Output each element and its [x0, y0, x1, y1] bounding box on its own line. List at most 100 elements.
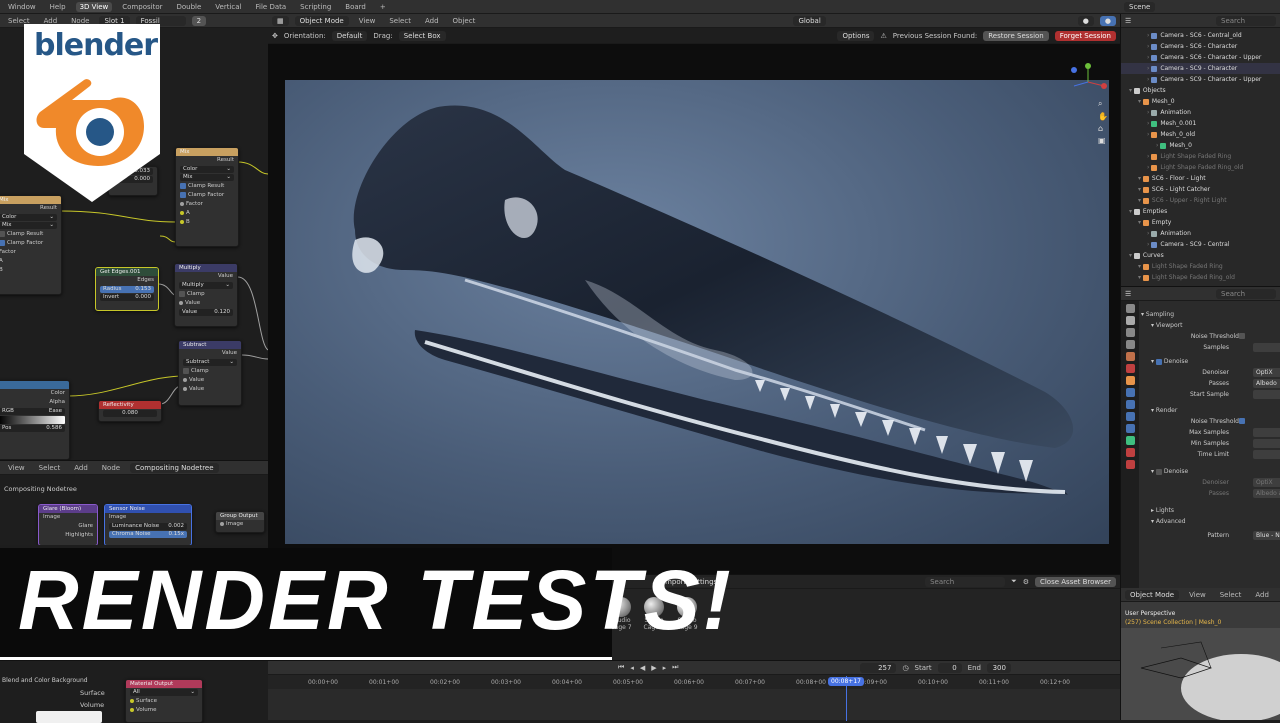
time-limit-row[interactable]: Time Limit	[1141, 449, 1280, 460]
workspace-compositor[interactable]: Compositor	[118, 2, 166, 12]
vp-menu-select[interactable]: Select	[385, 16, 415, 26]
ramp-pos-field[interactable]: Pos 0.586	[0, 425, 65, 432]
view-layer-tab-icon[interactable]	[1125, 340, 1135, 349]
settings-gear-icon[interactable]: ⚙	[1023, 578, 1029, 586]
outliner-item[interactable]: › Camera - SC6 - Character	[1121, 41, 1280, 52]
node-get-edges[interactable]: Get Edges.001 Edges Radius 0.153 Invert 0.…	[95, 267, 159, 311]
shading-rendered-button[interactable]: ●	[1099, 15, 1116, 26]
render-noise-threshold-row[interactable]: Noise Threshold	[1141, 416, 1280, 427]
outliner-item[interactable]: ▾ SC6 - Upper - Right Light	[1121, 195, 1280, 206]
subsection-viewport[interactable]: ▾ Viewport	[1141, 320, 1280, 331]
mini-mode-dropdown[interactable]: Object Mode	[1125, 589, 1180, 600]
jump-start-icon[interactable]: ⏮	[618, 663, 624, 672]
vp-menu-view[interactable]: View	[355, 16, 380, 26]
node-material-output[interactable]: Material Output All ⌄ Surface Volume	[125, 679, 203, 723]
reflectivity-value[interactable]: 0.080	[103, 410, 157, 417]
node-mix-top[interactable]: Mix Result Color ⌄ Mix ⌄ Clamp Result Clam…	[175, 147, 239, 247]
mini-menu-add[interactable]: Add	[1251, 590, 1273, 600]
comp-menu-node[interactable]: Node	[98, 463, 124, 473]
drag-dropdown[interactable]: Select Box	[398, 30, 446, 41]
end-frame-field[interactable]: 300	[986, 662, 1011, 673]
prev-keyframe-icon[interactable]: ◂	[630, 664, 634, 672]
menu-window[interactable]: Window	[4, 2, 40, 12]
workspace-double[interactable]: Double	[172, 2, 205, 12]
workspace-3d-view[interactable]: 3D View	[75, 1, 113, 12]
outliner-item[interactable]: ▾ Empties	[1121, 206, 1280, 217]
current-frame-field[interactable]: 257	[860, 662, 897, 673]
outliner-item[interactable]: ▾ SC6 - Floor - Light	[1121, 173, 1280, 184]
mini-menu-view[interactable]: View	[1185, 590, 1210, 600]
outliner-item[interactable]: › Light Shape Faded Ring_old	[1121, 162, 1280, 173]
outliner-item[interactable]: › Light Shape Faded Ring	[1121, 151, 1280, 162]
outliner-item[interactable]: ▾ Empty	[1121, 217, 1280, 228]
value-field[interactable]: Value 0.120	[179, 309, 233, 316]
operation-dropdown[interactable]: Subtract ⌄	[183, 359, 237, 366]
outliner-type-icon[interactable]: ☰	[1125, 17, 1131, 25]
radius-field[interactable]: Radius 0.153	[100, 286, 154, 293]
menu-help[interactable]: Help	[46, 2, 70, 12]
node-blend-dropdown[interactable]: Mix ⌄	[180, 174, 234, 181]
outliner-item[interactable]: › Camera - SC9 - Character - Upper	[1121, 74, 1280, 85]
options-dropdown[interactable]: Options	[837, 30, 875, 41]
restore-session-button[interactable]: Restore Session	[983, 30, 1049, 41]
viewport-area[interactable]: ▦ Object Mode View Select Add Object Glo…	[268, 14, 1120, 574]
outliner-item[interactable]: ▾ Light Shape Faded Ring_old	[1121, 272, 1280, 283]
section-advanced[interactable]: ▾ Advanced	[1141, 516, 1280, 527]
asset-search[interactable]: Search	[925, 576, 1006, 587]
denoise-row[interactable]: ▾ Denoise	[1141, 356, 1280, 367]
constraints-tab-icon[interactable]	[1125, 424, 1135, 433]
outliner-item[interactable]: ▾ Objects	[1121, 85, 1280, 96]
pattern-row[interactable]: PatternBlue - Noise	[1141, 530, 1280, 541]
physics-tab-icon[interactable]	[1125, 412, 1135, 421]
forget-session-button[interactable]: Forget Session	[1054, 30, 1116, 41]
outliner-item[interactable]: › Camera - SC9 - Character	[1121, 63, 1280, 74]
subsection-render[interactable]: ▾ Render	[1141, 405, 1280, 416]
luminance-noise-field[interactable]: Luminance Noise 0.002	[109, 523, 187, 530]
comp-menu-select[interactable]: Select	[35, 463, 65, 473]
samples-row[interactable]: Samples	[1141, 342, 1280, 353]
transform-orientation-dropdown[interactable]: Global	[793, 15, 826, 26]
node-glare[interactable]: Glare (Bloom) Image Glare Highlights	[38, 504, 98, 545]
workspace-file-data[interactable]: File Data	[252, 2, 291, 12]
shading-solid-button[interactable]: ●	[1077, 15, 1094, 26]
node-group-output[interactable]: Group Output Image	[215, 511, 265, 533]
comp-menu-add[interactable]: Add	[70, 463, 92, 473]
node-reflectivity[interactable]: Reflectivity 0.080	[98, 400, 162, 422]
editor-type-button[interactable]: ▦	[272, 15, 289, 26]
clamp-checkbox[interactable]: Clamp	[175, 290, 237, 299]
samples-field[interactable]	[1253, 343, 1280, 352]
ramp-mode-dropdown[interactable]: RGB Ease	[0, 408, 65, 415]
jump-end-icon[interactable]: ⏭	[672, 663, 678, 672]
add-workspace-button[interactable]: +	[376, 2, 390, 12]
clamp-checkbox[interactable]: Clamp	[179, 367, 241, 376]
operation-dropdown[interactable]: Multiply ⌄	[179, 282, 233, 289]
node-type-dropdown[interactable]: Color ⌄	[0, 214, 57, 221]
section-sampling[interactable]: ▾ Sampling	[1141, 309, 1280, 320]
outliner-item[interactable]: › Mesh_0.001	[1121, 118, 1280, 129]
passes-row[interactable]: Passes Albedo	[1141, 378, 1280, 389]
node-checkbox-clamp-result[interactable]: Clamp Result	[0, 230, 61, 239]
modifier-tab-icon[interactable]	[1125, 388, 1135, 397]
scene-tab-icon[interactable]	[1125, 352, 1135, 361]
node-multiply[interactable]: Multiply Value Multiply ⌄ Clamp Value Val…	[174, 263, 238, 327]
outliner-item[interactable]: ▾ SC6 - Light Catcher	[1121, 184, 1280, 195]
vp-menu-add[interactable]: Add	[421, 16, 443, 26]
outliner-item[interactable]: ▾ Light Shape Faded Ring	[1121, 261, 1280, 272]
chroma-noise-field[interactable]: Chroma Noise 0.15x	[109, 531, 187, 538]
world-tab-icon[interactable]	[1125, 364, 1135, 373]
outliner-item[interactable]: › Camera - SC9 - Central	[1121, 239, 1280, 250]
lock-icon[interactable]: ▣	[1098, 136, 1110, 145]
particles-tab-icon[interactable]	[1125, 400, 1135, 409]
play-icon[interactable]: ▶	[651, 664, 656, 672]
min-samples-row[interactable]: Min Samples	[1141, 438, 1280, 449]
outliner-item[interactable]: › Animation	[1121, 107, 1280, 118]
properties-search[interactable]: Search	[1216, 288, 1276, 299]
workspace-scripting[interactable]: Scripting	[296, 2, 335, 12]
render-denoiser-row[interactable]: Denoiser OptiX	[1141, 477, 1280, 488]
start-frame-field[interactable]: 0	[937, 662, 962, 673]
background-swatch[interactable]	[36, 711, 102, 723]
scene-selector[interactable]: Scene	[1124, 1, 1156, 12]
node-subtract[interactable]: Subtract Value Subtract ⌄ Clamp Value Val…	[178, 340, 242, 406]
denoiser-row[interactable]: Denoiser OptiX	[1141, 367, 1280, 378]
next-keyframe-icon[interactable]: ▸	[663, 664, 667, 672]
